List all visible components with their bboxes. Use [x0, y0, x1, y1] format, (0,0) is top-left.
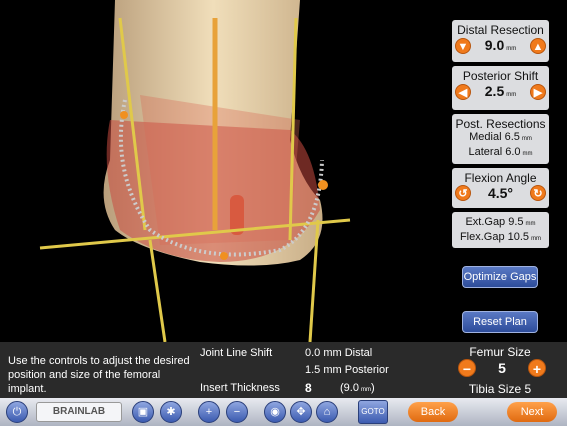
- insert-thickness-value: 8: [305, 381, 312, 395]
- zoom-out-icon[interactable]: −: [226, 401, 248, 423]
- flexion-angle-panel: Flexion Angle ↺ 4.5° ↻: [452, 168, 549, 208]
- ext-gap: Ext.Gap 9.5 mm: [465, 216, 536, 228]
- joint-line-posterior: 1.5 mm Posterior: [305, 364, 389, 376]
- femur-size-increase-button[interactable]: +: [527, 359, 546, 377]
- post-resections-panel: Post. Resections Medial 6.5 mm Lateral 6.…: [452, 114, 549, 164]
- back-button[interactable]: Back: [408, 402, 458, 422]
- power-icon[interactable]: ⏻: [6, 401, 28, 423]
- reset-plan-button[interactable]: Reset Plan: [462, 311, 538, 333]
- flexion-angle-title: Flexion Angle: [464, 171, 537, 185]
- distal-unit: mm: [506, 46, 517, 52]
- joint-line-distal: 0.0 mm Distal: [305, 347, 373, 359]
- zoom-in-icon[interactable]: +: [198, 401, 220, 423]
- distal-resection-panel: Distal Resection ▼ 9.0 mm ▲: [452, 20, 549, 62]
- femur-size-control: − 5 +: [458, 359, 546, 377]
- brainlab-logo: BRAINLAB: [36, 402, 122, 422]
- posterior-unit: mm: [506, 92, 517, 98]
- joint-line-label: Joint Line Shift: [200, 347, 273, 359]
- distal-value: 9.0: [484, 37, 505, 53]
- post-resections-title: Post. Resections: [455, 117, 546, 131]
- insert-thickness-label: Insert Thickness: [200, 382, 280, 394]
- goto-button[interactable]: GOTO: [358, 400, 388, 424]
- femur-size-decrease-button[interactable]: −: [458, 359, 476, 377]
- rotate-cw-button[interactable]: ↻: [530, 185, 546, 201]
- toolbar: ⏻ BRAINLAB ▣ ✱ + − ◉ ✥ ⌂ GOTO Back Next: [0, 398, 567, 426]
- posterior-left-button[interactable]: ◀: [455, 84, 471, 100]
- view-bone-icon[interactable]: ⌂: [316, 401, 338, 423]
- femur-size-label: Femur Size: [469, 345, 531, 359]
- optimize-gaps-button[interactable]: Optimize Gaps: [462, 266, 538, 288]
- info-bar: Use the controls to adjust the desired p…: [0, 342, 567, 398]
- distal-decrease-button[interactable]: ▼: [455, 38, 471, 54]
- flex-gap: Flex.Gap 10.5 mm: [459, 231, 542, 243]
- posterior-shift-title: Posterior Shift: [462, 69, 539, 83]
- instruction-text: Use the controls to adjust the desired p…: [8, 355, 190, 395]
- rotate-ccw-button[interactable]: ↺: [455, 185, 471, 201]
- insert-thickness-mm: (9.0 mm): [340, 382, 375, 394]
- settings-icon[interactable]: ✱: [160, 401, 182, 423]
- tibia-size-label: Tibia Size 5: [468, 382, 532, 396]
- view-rotate-icon[interactable]: ✥: [290, 401, 312, 423]
- medial-resection: Medial 6.5 mm: [469, 131, 532, 143]
- view-camera-icon[interactable]: ◉: [264, 401, 286, 423]
- screenshot-icon[interactable]: ▣: [132, 401, 154, 423]
- posterior-right-button[interactable]: ▶: [530, 84, 546, 100]
- distal-resection-title: Distal Resection: [457, 23, 544, 37]
- gaps-panel: Ext.Gap 9.5 mm Flex.Gap 10.5 mm: [452, 212, 549, 248]
- posterior-value: 2.5: [484, 83, 505, 99]
- posterior-shift-panel: Posterior Shift ◀ 2.5 mm ▶: [452, 66, 549, 110]
- 3d-view[interactable]: [0, 0, 448, 342]
- flexion-value: 4.5°: [487, 185, 514, 201]
- femur-size-value: 5: [498, 360, 506, 376]
- next-button[interactable]: Next: [507, 402, 557, 422]
- femur-model-render: [39, 0, 351, 342]
- distal-increase-button[interactable]: ▲: [530, 38, 546, 54]
- lateral-resection: Lateral 6.0 mm: [468, 146, 533, 158]
